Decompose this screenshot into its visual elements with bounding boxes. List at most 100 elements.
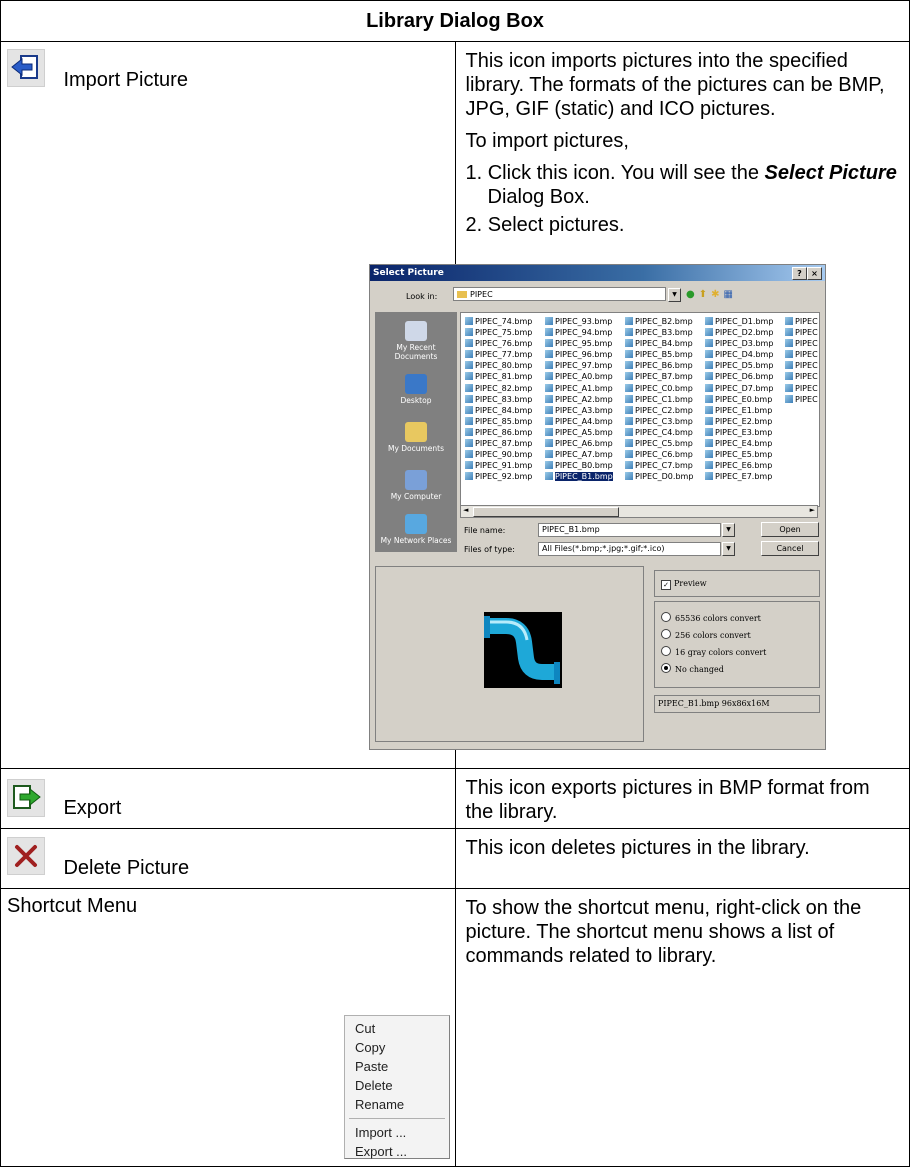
- file-item[interactable]: PIPEC_E5.bmp: [705, 449, 773, 460]
- help-button[interactable]: ?: [792, 267, 807, 280]
- radio-no-changed[interactable]: No changed: [661, 663, 819, 680]
- file-item[interactable]: PIPEC_D7.bmp: [705, 383, 773, 394]
- close-button[interactable]: ×: [807, 267, 822, 280]
- file-item[interactable]: PIPEC_92.bmp: [465, 471, 532, 482]
- file-item[interactable]: PIPEC_D5.bmp: [705, 360, 773, 371]
- file-item[interactable]: PIPEC_B4.bmp: [625, 338, 693, 349]
- file-item[interactable]: PIPEC: [785, 316, 818, 327]
- file-item[interactable]: PIPEC_D4.bmp: [705, 349, 773, 360]
- cancel-button[interactable]: Cancel: [761, 541, 819, 556]
- file-item[interactable]: PIPEC_E7.bmp: [705, 471, 773, 482]
- menu-rename[interactable]: Rename: [345, 1095, 449, 1114]
- place-network[interactable]: My Network Places: [375, 514, 457, 545]
- menu-import[interactable]: Import ...: [345, 1123, 449, 1142]
- file-item[interactable]: PIPEC_81.bmp: [465, 371, 532, 382]
- file-item[interactable]: PIPEC_94.bmp: [545, 327, 613, 338]
- place-recent[interactable]: My Recent Documents: [375, 321, 457, 361]
- file-item[interactable]: PIPEC_74.bmp: [465, 316, 532, 327]
- files-of-type-select[interactable]: All Files(*.bmp;*.jpg;*.gif;*.ico): [538, 542, 721, 556]
- file-item[interactable]: PIPEC_C1.bmp: [625, 394, 693, 405]
- file-item[interactable]: PIPEC_80.bmp: [465, 360, 532, 371]
- scroll-thumb[interactable]: [473, 507, 619, 517]
- file-item[interactable]: PIPEC_C6.bmp: [625, 449, 693, 460]
- export-icon[interactable]: [7, 779, 45, 817]
- file-item[interactable]: PIPEC_76.bmp: [465, 338, 532, 349]
- radio-16-gray[interactable]: 16 gray colors convert: [661, 646, 819, 663]
- file-item[interactable]: PIPEC: [785, 394, 818, 405]
- file-item[interactable]: PIPEC_E2.bmp: [705, 416, 773, 427]
- preview-checkbox[interactable]: ✓: [661, 580, 671, 590]
- file-name-input[interactable]: PIPEC_B1.bmp: [538, 523, 721, 537]
- scroll-right-icon[interactable]: ►: [810, 506, 815, 514]
- menu-export[interactable]: Export ...: [345, 1142, 449, 1161]
- file-item[interactable]: PIPEC_82.bmp: [465, 383, 532, 394]
- file-item[interactable]: PIPEC_D3.bmp: [705, 338, 773, 349]
- back-icon[interactable]: ●: [686, 289, 699, 300]
- file-item[interactable]: PIPEC_D6.bmp: [705, 371, 773, 382]
- files-of-type-dropdown[interactable]: ▼: [722, 542, 735, 556]
- file-item[interactable]: PIPEC_77.bmp: [465, 349, 532, 360]
- file-item[interactable]: PIPEC_95.bmp: [545, 338, 613, 349]
- place-desktop[interactable]: Desktop: [375, 374, 457, 405]
- place-my-documents[interactable]: My Documents: [375, 422, 457, 453]
- delete-icon[interactable]: [7, 837, 45, 875]
- file-item[interactable]: PIPEC_A3.bmp: [545, 405, 613, 416]
- file-item[interactable]: PIPEC_E4.bmp: [705, 438, 773, 449]
- file-item[interactable]: PIPEC_85.bmp: [465, 416, 532, 427]
- file-item[interactable]: PIPEC_A7.bmp: [545, 449, 613, 460]
- file-item[interactable]: PIPEC_86.bmp: [465, 427, 532, 438]
- file-item[interactable]: PIPEC: [785, 327, 818, 338]
- file-item[interactable]: PIPEC_A0.bmp: [545, 371, 613, 382]
- file-item[interactable]: PIPEC_A5.bmp: [545, 427, 613, 438]
- view-menu-icon[interactable]: ▦: [724, 289, 737, 300]
- file-item[interactable]: PIPEC: [785, 383, 818, 394]
- up-folder-icon[interactable]: ⬆: [699, 289, 711, 300]
- file-name-dropdown[interactable]: ▼: [722, 523, 735, 537]
- menu-cut[interactable]: Cut: [345, 1019, 449, 1038]
- file-item[interactable]: PIPEC_B1.bmp: [545, 471, 613, 482]
- radio-256[interactable]: 256 colors convert: [661, 629, 819, 646]
- file-item[interactable]: PIPEC_A1.bmp: [545, 383, 613, 394]
- file-item[interactable]: PIPEC_A6.bmp: [545, 438, 613, 449]
- open-button[interactable]: Open: [761, 522, 819, 537]
- file-item[interactable]: PIPEC_E1.bmp: [705, 405, 773, 416]
- file-item[interactable]: PIPEC_C7.bmp: [625, 460, 693, 471]
- file-item[interactable]: PIPEC_C2.bmp: [625, 405, 693, 416]
- file-item[interactable]: PIPEC_B2.bmp: [625, 316, 693, 327]
- place-my-computer[interactable]: My Computer: [375, 470, 457, 501]
- file-item[interactable]: PIPEC_B7.bmp: [625, 371, 693, 382]
- file-item[interactable]: PIPEC: [785, 349, 818, 360]
- radio-no-changed-dot[interactable]: [661, 663, 671, 673]
- file-item[interactable]: PIPEC: [785, 360, 818, 371]
- new-folder-icon[interactable]: ✱: [711, 289, 723, 300]
- file-item[interactable]: PIPEC_97.bmp: [545, 360, 613, 371]
- look-in-dropdown-button[interactable]: ▼: [668, 288, 681, 302]
- menu-copy[interactable]: Copy: [345, 1038, 449, 1057]
- file-item[interactable]: PIPEC_C4.bmp: [625, 427, 693, 438]
- file-item[interactable]: PIPEC_D2.bmp: [705, 327, 773, 338]
- radio-256-dot[interactable]: [661, 629, 671, 639]
- file-item[interactable]: PIPEC_84.bmp: [465, 405, 532, 416]
- file-item[interactable]: PIPEC_C0.bmp: [625, 383, 693, 394]
- file-item[interactable]: PIPEC_75.bmp: [465, 327, 532, 338]
- file-item[interactable]: PIPEC_91.bmp: [465, 460, 532, 471]
- file-item[interactable]: PIPEC_E3.bmp: [705, 427, 773, 438]
- file-item[interactable]: PIPEC_B0.bmp: [545, 460, 613, 471]
- file-item[interactable]: PIPEC_87.bmp: [465, 438, 532, 449]
- look-in-select[interactable]: PIPEC: [453, 287, 666, 301]
- file-item[interactable]: PIPEC_C5.bmp: [625, 438, 693, 449]
- file-item[interactable]: PIPEC_D0.bmp: [625, 471, 693, 482]
- file-item[interactable]: PIPEC_A2.bmp: [545, 394, 613, 405]
- file-list-scrollbar[interactable]: ◄ ►: [460, 505, 818, 518]
- radio-16-gray-dot[interactable]: [661, 646, 671, 656]
- file-list[interactable]: PIPEC_74.bmp PIPEC_75.bmp PIPEC_76.bmp PIPE…: [460, 312, 820, 507]
- file-item[interactable]: PIPEC_D1.bmp: [705, 316, 773, 327]
- scroll-left-icon[interactable]: ◄: [463, 506, 468, 514]
- file-item[interactable]: PIPEC_B6.bmp: [625, 360, 693, 371]
- file-item[interactable]: PIPEC: [785, 338, 818, 349]
- file-item[interactable]: PIPEC_A4.bmp: [545, 416, 613, 427]
- file-item[interactable]: PIPEC_96.bmp: [545, 349, 613, 360]
- file-item[interactable]: PIPEC_B3.bmp: [625, 327, 693, 338]
- file-item[interactable]: PIPEC: [785, 371, 818, 382]
- file-item[interactable]: PIPEC_83.bmp: [465, 394, 532, 405]
